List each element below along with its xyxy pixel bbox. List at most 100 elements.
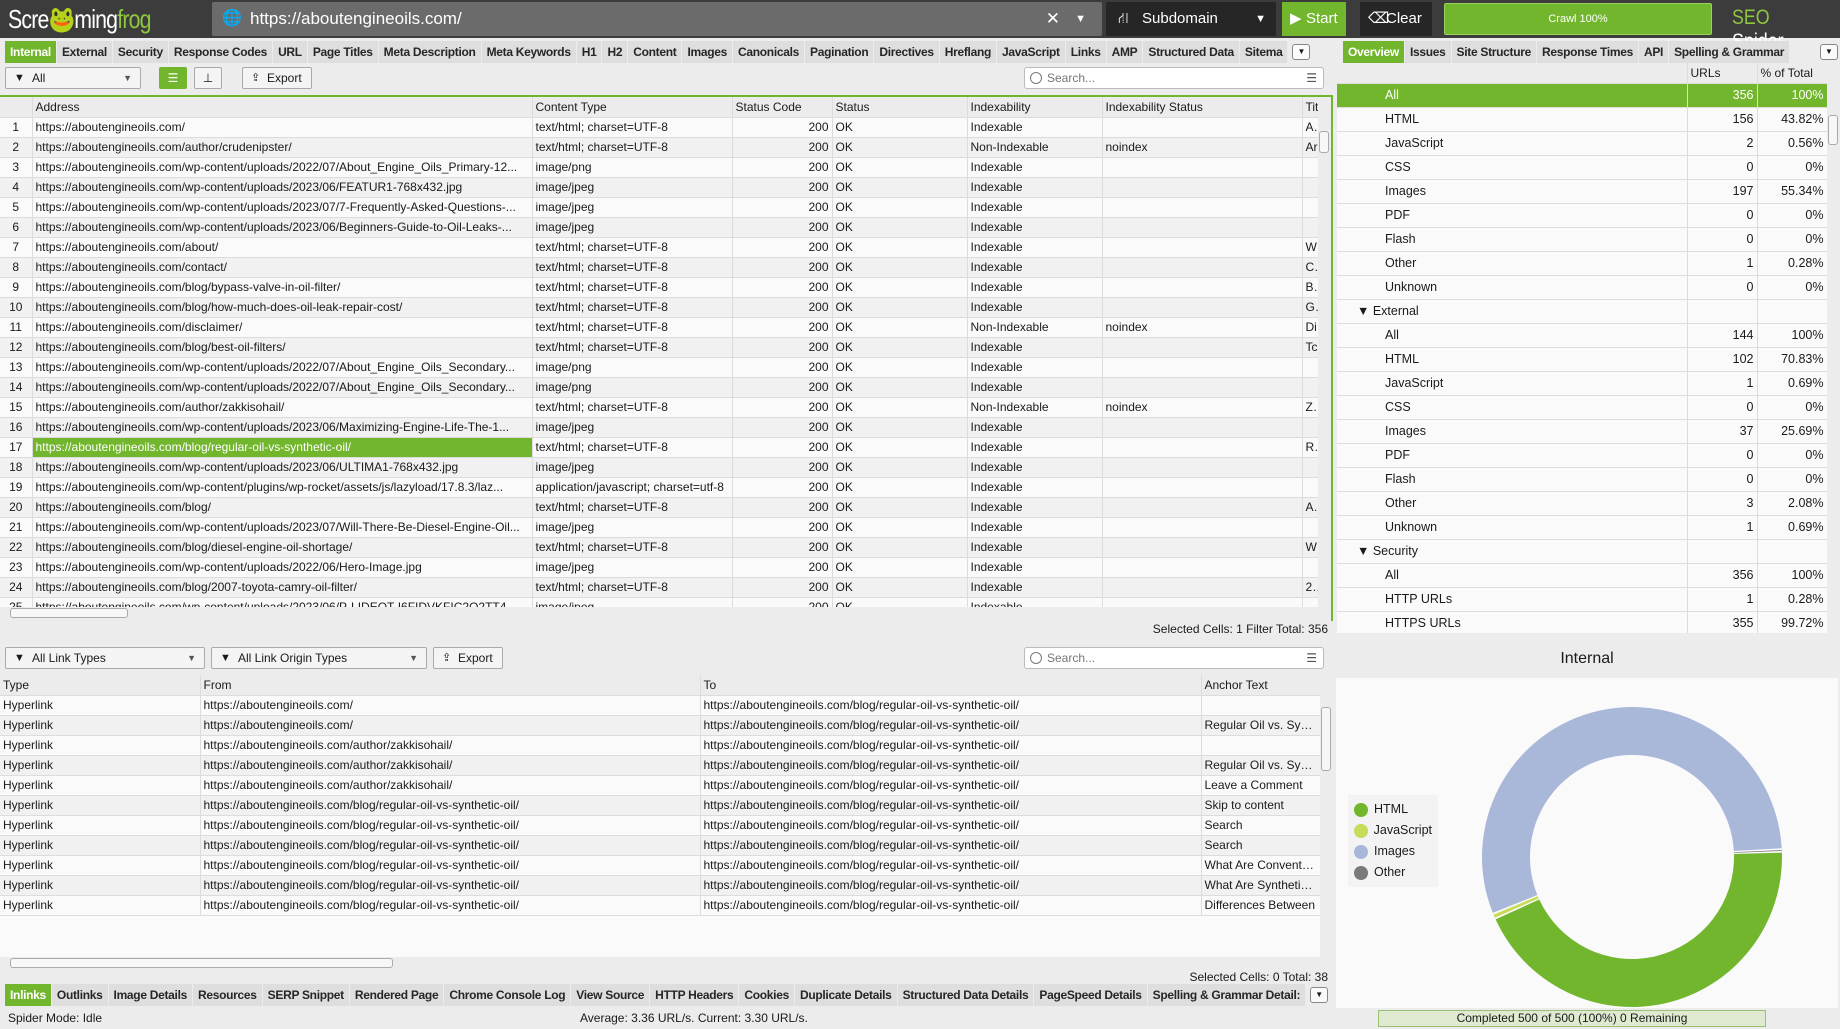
url-input[interactable]: 🌐 https://aboutengineoils.com/ ✕ ▼ <box>212 2 1102 36</box>
search-options-icon[interactable]: ☰ <box>1306 648 1317 668</box>
cell-address[interactable]: https://aboutengineoils.com/blog/2007-to… <box>32 577 533 598</box>
overview-row[interactable]: CSS 0 0% <box>1337 395 1827 420</box>
tab-overview[interactable]: Overview <box>1343 41 1405 63</box>
tab-links[interactable]: Links <box>1065 41 1107 63</box>
table-row[interactable]: Hyperlink https://aboutengineoils.com/htt… <box>0 715 1320 736</box>
more-tabs-dropdown-icon[interactable]: ▼ <box>1820 44 1838 60</box>
table-row[interactable]: 24 https://aboutengineoils.com/blog/2007-… <box>0 577 1318 598</box>
tab-inlinks[interactable]: Inlinks <box>5 984 52 1006</box>
overview-vscroll[interactable] <box>1827 85 1839 633</box>
column-header-indexability[interactable]: Indexability <box>967 97 1103 118</box>
tab-spelling-grammar[interactable]: Spelling & Grammar <box>1669 41 1791 63</box>
tab-javascript[interactable]: JavaScript <box>997 41 1066 63</box>
table-row[interactable]: 3 https://aboutengineoils.com/wp-content/… <box>0 157 1318 178</box>
overview-row[interactable]: HTML 102 70.83% <box>1337 347 1827 372</box>
overview-row[interactable]: All 356 100% <box>1337 83 1827 108</box>
tab-site-structure[interactable]: Site Structure <box>1451 41 1538 63</box>
cell-address[interactable]: https://aboutengineoils.com/author/crude… <box>32 137 533 158</box>
lower-export-button[interactable]: ⇪ Export <box>433 647 503 669</box>
tab-pagination[interactable]: Pagination <box>805 41 875 63</box>
donut-slice-html[interactable] <box>1495 852 1782 1008</box>
cell-address[interactable]: https://aboutengineoils.com/blog/ <box>32 497 533 518</box>
cell-address[interactable]: https://aboutengineoils.com/author/zakki… <box>32 397 533 418</box>
overview-row[interactable]: CSS 0 0% <box>1337 155 1827 180</box>
more-tabs-dropdown-icon[interactable]: ▼ <box>1292 44 1311 60</box>
scroll-thumb[interactable] <box>1321 707 1331 771</box>
cell-address[interactable]: https://aboutengineoils.com/wp-content/u… <box>32 197 533 218</box>
clear-url-icon[interactable]: ✕ <box>1046 2 1060 36</box>
tab-url[interactable]: URL <box>273 41 308 63</box>
cell-address[interactable]: https://aboutengineoils.com/wp-content/u… <box>32 597 533 607</box>
column-header-tit[interactable]: Tit <box>1302 97 1318 118</box>
table-row[interactable]: 11 https://aboutengineoils.com/disclaimer… <box>0 317 1318 338</box>
scroll-thumb[interactable] <box>10 958 393 968</box>
table-row[interactable]: 23 https://aboutengineoils.com/wp-content… <box>0 557 1318 578</box>
cell-address[interactable]: https://aboutengineoils.com/ <box>32 117 533 138</box>
list-view-button[interactable]: ☰ <box>159 67 187 89</box>
table-row[interactable]: 21 https://aboutengineoils.com/wp-content… <box>0 517 1318 538</box>
table-row[interactable]: 20 https://aboutengineoils.com/blog/text/… <box>0 497 1318 518</box>
overview-row[interactable]: HTTP URLs 1 0.28% <box>1337 587 1827 612</box>
overview-row[interactable]: All 144 100% <box>1337 323 1827 348</box>
table-row[interactable]: 19 https://aboutengineoils.com/wp-content… <box>0 477 1318 498</box>
overview-row[interactable]: JavaScript 2 0.56% <box>1337 131 1827 156</box>
tab-pagespeed-details[interactable]: PageSpeed Details <box>1034 984 1148 1006</box>
tab-hreflang[interactable]: Hreflang <box>939 41 998 63</box>
overview-row[interactable]: HTTPS URLs 355 99.72% <box>1337 611 1827 633</box>
cell-address[interactable]: https://aboutengineoils.com/wp-content/u… <box>32 457 533 478</box>
table-row[interactable]: Hyperlink https://aboutengineoils.com/blo… <box>0 835 1320 856</box>
tab-external[interactable]: External <box>56 41 113 63</box>
table-row[interactable]: Hyperlink https://aboutengineoils.com/blo… <box>0 875 1320 896</box>
legend-item-html[interactable]: HTML <box>1354 799 1432 820</box>
url-history-dropdown-icon[interactable]: ▼ <box>1075 2 1086 36</box>
table-row[interactable]: 18 https://aboutengineoils.com/wp-content… <box>0 457 1318 478</box>
column-header-anchor-text[interactable]: Anchor Text <box>1201 675 1320 696</box>
cell-address[interactable]: https://aboutengineoils.com/wp-content/u… <box>32 377 533 398</box>
tab-h1[interactable]: H1 <box>576 41 603 63</box>
tab-directives[interactable]: Directives <box>874 41 940 63</box>
column-header-label[interactable] <box>1337 63 1688 84</box>
column-header-status-code[interactable]: Status Code <box>732 97 833 118</box>
column-header-from[interactable]: From <box>200 675 701 696</box>
column-header-urls[interactable]: URLs <box>1687 63 1758 84</box>
overview-row[interactable]: ▼ Security <box>1337 539 1827 564</box>
tab-resources[interactable]: Resources <box>193 984 263 1006</box>
tab-view-source[interactable]: View Source <box>571 984 651 1006</box>
tab-issues[interactable]: Issues <box>1404 41 1452 63</box>
tab-sitema[interactable]: Sitema <box>1239 41 1289 63</box>
inlinks-hscroll[interactable] <box>0 957 1332 969</box>
tab-h2[interactable]: H2 <box>602 41 629 63</box>
table-row[interactable]: 15 https://aboutengineoils.com/author/zak… <box>0 397 1318 418</box>
overview-row[interactable]: Other 1 0.28% <box>1337 251 1827 276</box>
table-row[interactable]: 22 https://aboutengineoils.com/blog/diese… <box>0 537 1318 558</box>
legend-item-images[interactable]: Images <box>1354 841 1432 862</box>
export-button[interactable]: ⇪ Export <box>242 67 312 89</box>
more-tabs-dropdown-icon[interactable]: ▼ <box>1310 987 1329 1003</box>
tab-spelling-grammar-detail[interactable]: Spelling & Grammar Detail: <box>1147 984 1307 1006</box>
overview-row[interactable]: ▼ External <box>1337 299 1827 324</box>
table-row[interactable]: 14 https://aboutengineoils.com/wp-content… <box>0 377 1318 398</box>
tab-cookies[interactable]: Cookies <box>739 984 795 1006</box>
clear-button[interactable]: ⌫ Clear <box>1360 2 1432 36</box>
tab-internal[interactable]: Internal <box>5 41 57 63</box>
tree-view-button[interactable]: ⊥ <box>194 67 222 89</box>
table-row[interactable]: 12 https://aboutengineoils.com/blog/best-… <box>0 337 1318 358</box>
overview-row[interactable]: Other 3 2.08% <box>1337 491 1827 516</box>
tab-canonicals[interactable]: Canonicals <box>733 41 806 63</box>
cell-address[interactable]: https://aboutengineoils.com/blog/how-muc… <box>32 297 533 318</box>
tab-image-details[interactable]: Image Details <box>108 984 193 1006</box>
main-search-input[interactable]: Search... ☰ <box>1024 67 1324 89</box>
overview-row[interactable]: Unknown 0 0% <box>1337 275 1827 300</box>
overview-row[interactable]: PDF 0 0% <box>1337 443 1827 468</box>
table-row[interactable]: 4 https://aboutengineoils.com/wp-content/… <box>0 177 1318 198</box>
table-row[interactable]: 10 https://aboutengineoils.com/blog/how-m… <box>0 297 1318 318</box>
cell-address[interactable]: https://aboutengineoils.com/wp-content/u… <box>32 177 533 198</box>
tab-structured-data[interactable]: Structured Data <box>1143 41 1240 63</box>
cell-address[interactable]: https://aboutengineoils.com/wp-content/u… <box>32 157 533 178</box>
tab-chrome-console-log[interactable]: Chrome Console Log <box>444 984 572 1006</box>
column-header-content-type[interactable]: Content Type <box>532 97 733 118</box>
tab-response-times[interactable]: Response Times <box>1537 41 1639 63</box>
table-row[interactable]: 2 https://aboutengineoils.com/author/crud… <box>0 137 1318 158</box>
column-header-of-total[interactable]: % of Total <box>1757 63 1827 84</box>
cell-address[interactable]: https://aboutengineoils.com/blog/regular… <box>32 437 533 458</box>
